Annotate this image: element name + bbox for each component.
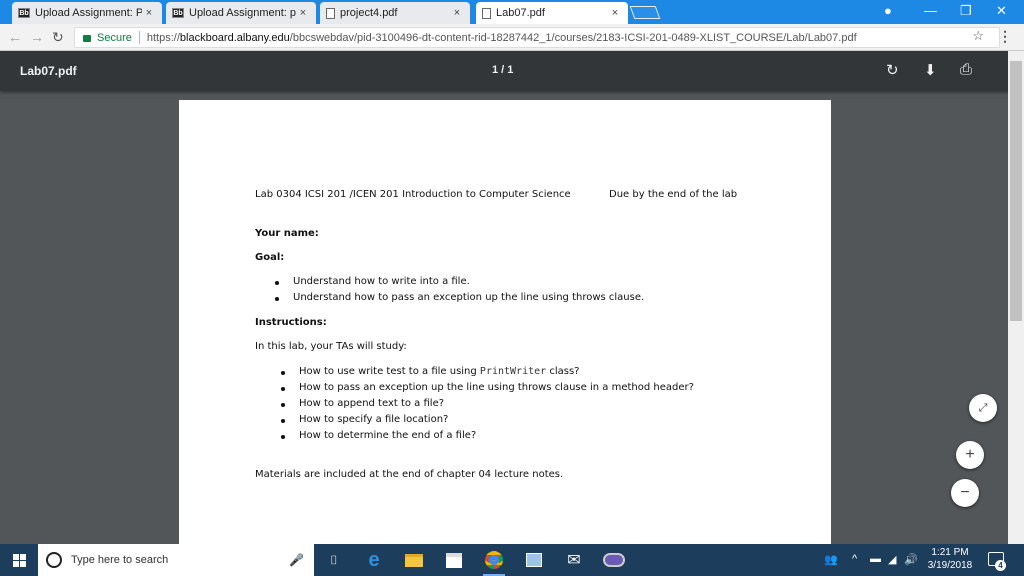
bullet-icon [281, 419, 285, 423]
doc-header-right: Due by the end of the lab [609, 189, 738, 200]
study-item: How to determine the end of a file? [299, 430, 477, 441]
cortana-icon [46, 552, 62, 568]
clock-time: 1:21 PM [931, 547, 969, 558]
tab-title: Upload Assignment: proj [189, 7, 296, 19]
tab-lab07-pdf[interactable]: Lab07.pdf × [476, 2, 628, 24]
study-item: How to pass an exception up the line usi… [299, 382, 694, 393]
pdf-viewer: Lab 0304 ICSI 201 /ICEN 201 Introduction… [0, 51, 1024, 544]
file-explorer-icon[interactable] [400, 548, 428, 572]
close-tab-icon[interactable]: × [608, 7, 622, 19]
bullet-icon [281, 435, 285, 439]
menu-icon[interactable]: ⋮ [998, 28, 1012, 45]
fit-page-icon[interactable]: ⤢ [969, 394, 997, 422]
download-icon[interactable]: ⬇ [924, 61, 937, 79]
restore-icon[interactable]: ❐ [960, 3, 972, 19]
materials-text: Materials are included at the end of cha… [255, 469, 564, 480]
goal-item: Understand how to write into a file. [293, 276, 470, 287]
pdf-toolbar: Lab07.pdf 1 / 1 ↻ ⬇ ⎙ [0, 51, 1024, 91]
pdf-page: Lab 0304 ICSI 201 /ICEN 201 Introduction… [179, 100, 831, 544]
photos-icon[interactable] [520, 548, 548, 572]
people-icon[interactable]: 👥 [824, 553, 838, 566]
volume-icon[interactable]: 🔊 [904, 553, 918, 566]
app-icon[interactable] [600, 548, 628, 572]
tab-project4-pdf[interactable]: project4.pdf × [320, 2, 470, 24]
divider [138, 31, 140, 44]
start-button[interactable] [0, 544, 38, 576]
bookmark-star-icon[interactable]: ☆ [972, 28, 984, 44]
blackboard-favicon-icon: Bb [18, 8, 30, 18]
document-favicon-icon [482, 7, 491, 19]
edge-icon[interactable]: e [360, 548, 388, 572]
store-icon[interactable] [440, 548, 468, 572]
battery-icon[interactable]: ▬ [870, 553, 881, 565]
close-tab-icon[interactable]: × [450, 7, 464, 19]
pdf-title: Lab07.pdf [20, 64, 77, 78]
tab-upload-assignment-1[interactable]: Bb Upload Assignment: Proj × [12, 2, 162, 24]
taskbar-search[interactable]: Type here to search 🎤 [38, 544, 314, 576]
bullet-icon [275, 297, 279, 301]
task-view-icon[interactable]: ⌷ [320, 548, 348, 572]
blackboard-favicon-icon: Bb [172, 8, 184, 18]
zoom-in-icon[interactable]: + [956, 441, 984, 469]
study-item: How to append text to a file? [299, 398, 445, 409]
microphone-icon[interactable]: 🎤 [289, 553, 304, 567]
url-text[interactable]: https://blackboard.albany.edu/bbcswebdav… [147, 32, 857, 44]
scrollbar-thumb[interactable] [1010, 61, 1022, 321]
goal-item: Understand how to pass an exception up t… [293, 292, 645, 303]
doc-header-left: Lab 0304 ICSI 201 /ICEN 201 Introduction… [255, 189, 571, 200]
document-favicon-icon [326, 7, 335, 19]
wifi-icon[interactable]: ◢ [888, 553, 896, 566]
back-icon[interactable]: ← [8, 29, 22, 45]
bullet-icon [281, 371, 285, 375]
intro-text: In this lab, your TAs will study: [255, 341, 407, 352]
study-item: How to specify a file location? [299, 414, 449, 425]
tab-title: Upload Assignment: Proj [35, 7, 142, 19]
mail-icon[interactable]: ✉ [560, 548, 588, 572]
print-icon[interactable]: ⎙ [960, 61, 972, 78]
bullet-icon [281, 387, 285, 391]
bullet-icon [275, 281, 279, 285]
secure-label: Secure [97, 31, 132, 44]
windows-logo-icon [12, 553, 26, 567]
page-indicator: 1 / 1 [492, 64, 514, 76]
your-name-label: Your name: [255, 228, 319, 239]
clock-date: 3/19/2018 [927, 560, 973, 571]
close-tab-icon[interactable]: × [296, 7, 310, 19]
tab-title: Lab07.pdf [496, 7, 545, 19]
zoom-out-icon[interactable]: − [951, 479, 979, 507]
tab-title: project4.pdf [340, 7, 398, 19]
minimize-icon[interactable]: — [924, 3, 937, 18]
windows-taskbar: Type here to search 🎤 ⌷ e ✉ 👥 ^ ▬ ◢ 🔊 1:… [0, 544, 1024, 576]
show-hidden-icons-icon[interactable]: ^ [852, 553, 857, 565]
instructions-label: Instructions: [255, 317, 327, 328]
close-window-icon[interactable]: ✕ [996, 3, 1007, 19]
browser-tab-strip: Bb Upload Assignment: Proj × Bb Upload A… [0, 0, 1024, 24]
scrollbar[interactable] [1008, 51, 1024, 544]
lock-icon [83, 35, 91, 42]
notification-count-badge: 4 [995, 560, 1006, 571]
tab-upload-assignment-2[interactable]: Bb Upload Assignment: proj × [166, 2, 316, 24]
clock[interactable]: 1:21 PM 3/19/2018 [920, 546, 980, 572]
goal-label: Goal: [255, 252, 285, 263]
study-item: How to use write test to a file using Pr… [299, 366, 580, 377]
url-field[interactable]: Secure https://blackboard.albany.edu/bbc… [74, 27, 1000, 48]
chrome-icon[interactable] [480, 548, 508, 576]
close-tab-icon[interactable]: × [142, 7, 156, 19]
forward-icon[interactable]: → [30, 29, 44, 45]
bullet-icon [281, 403, 285, 407]
new-tab-button[interactable] [629, 6, 661, 19]
rotate-icon[interactable]: ↻ [886, 61, 899, 79]
search-placeholder: Type here to search [71, 554, 169, 566]
profile-icon[interactable]: ● [884, 3, 892, 18]
reload-icon[interactable]: ↻ [52, 29, 64, 46]
address-bar-row: ← → ↻ Secure https://blackboard.albany.e… [0, 24, 1024, 51]
